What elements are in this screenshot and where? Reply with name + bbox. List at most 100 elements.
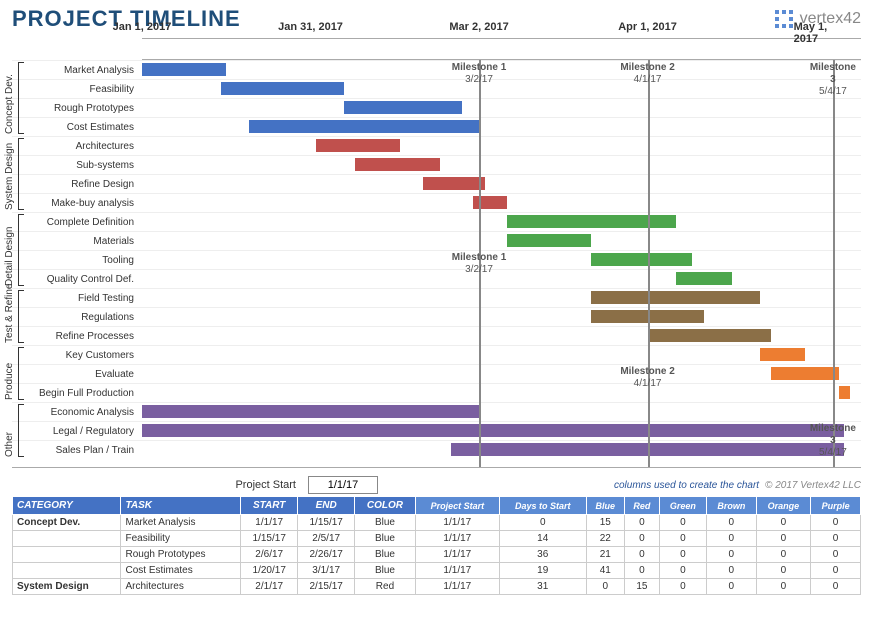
table-cell: 0 bbox=[499, 515, 586, 531]
task-label: Economic Analysis bbox=[12, 407, 142, 418]
gantt-bar bbox=[221, 82, 345, 95]
table-header: TASK bbox=[121, 497, 241, 515]
table-cell: Blue bbox=[355, 515, 416, 531]
data-table: CATEGORYTASKSTARTENDCOLORProject StartDa… bbox=[12, 496, 861, 595]
milestone-label: Milestone 35/4/17 bbox=[810, 423, 856, 459]
gantt-bar bbox=[507, 234, 591, 247]
group-bracket bbox=[18, 214, 24, 286]
table-cell: 0 bbox=[811, 531, 861, 547]
gantt-bar bbox=[591, 253, 692, 266]
table-cell: 0 bbox=[756, 579, 810, 595]
milestone-label: Milestone 24/1/17 bbox=[620, 366, 674, 390]
table-cell: 0 bbox=[659, 579, 706, 595]
gantt-bar bbox=[142, 63, 226, 76]
group-label: Other bbox=[4, 432, 15, 457]
task-label: Rough Prototypes bbox=[12, 103, 142, 114]
group-label: Detail Design bbox=[4, 227, 15, 286]
task-label: Make-buy analysis bbox=[12, 198, 142, 209]
table-cell: 14 bbox=[499, 531, 586, 547]
task-label: Evaluate bbox=[12, 369, 142, 380]
axis-tick: Jan 1, 2017 bbox=[113, 21, 172, 33]
table-cell: 22 bbox=[586, 531, 624, 547]
table-subheader: Green bbox=[659, 497, 706, 515]
task-label: Tooling bbox=[12, 255, 142, 266]
task-label: Market Analysis bbox=[12, 65, 142, 76]
table-cell: Market Analysis bbox=[121, 515, 241, 531]
table-cell: Feasibility bbox=[121, 531, 241, 547]
table-row: Concept Dev.Market Analysis1/1/171/15/17… bbox=[13, 515, 861, 531]
table-header: COLOR bbox=[355, 497, 416, 515]
project-start-input[interactable] bbox=[308, 476, 378, 494]
table-row: Rough Prototypes2/6/172/26/17Blue1/1/173… bbox=[13, 547, 861, 563]
table-cell: 36 bbox=[499, 547, 586, 563]
table-cell: 3/1/17 bbox=[298, 563, 355, 579]
table-cell: 15 bbox=[624, 579, 659, 595]
table-cell: 21 bbox=[586, 547, 624, 563]
table-cell: Rough Prototypes bbox=[121, 547, 241, 563]
axis-tick: Mar 2, 2017 bbox=[449, 21, 508, 33]
table-cell: 0 bbox=[706, 531, 756, 547]
copyright: © 2017 Vertex42 LLC bbox=[765, 480, 861, 491]
table-header: END bbox=[298, 497, 355, 515]
task-label: Sub-systems bbox=[12, 160, 142, 171]
task-label: Cost Estimates bbox=[12, 122, 142, 133]
gantt-bar bbox=[591, 291, 760, 304]
milestone-label: Milestone 35/4/17 bbox=[810, 62, 856, 98]
axis-tick: May 1, 2017 bbox=[794, 21, 839, 45]
gantt-bar bbox=[142, 424, 844, 437]
gantt-chart: Jan 1, 2017Jan 31, 2017Mar 2, 2017Apr 1,… bbox=[12, 38, 861, 468]
group-bracket bbox=[18, 347, 24, 400]
table-cell: 0 bbox=[756, 547, 810, 563]
table-cell: 41 bbox=[586, 563, 624, 579]
task-label: Architectures bbox=[12, 141, 142, 152]
table-cell: 0 bbox=[706, 515, 756, 531]
table-cell: 0 bbox=[659, 547, 706, 563]
table-cell: 0 bbox=[624, 531, 659, 547]
task-label: Key Customers bbox=[12, 350, 142, 361]
table-cell: 31 bbox=[499, 579, 586, 595]
task-label: Complete Definition bbox=[12, 217, 142, 228]
group-label: Produce bbox=[4, 363, 15, 400]
task-label: Sales Plan / Train bbox=[12, 445, 142, 456]
gantt-bar bbox=[344, 101, 462, 114]
table-cell: 0 bbox=[811, 563, 861, 579]
table-cell: 1/1/17 bbox=[241, 515, 298, 531]
project-start-label: Project Start bbox=[12, 479, 302, 491]
table-cell: 1/1/17 bbox=[415, 531, 499, 547]
table-cell: 2/5/17 bbox=[298, 531, 355, 547]
task-label: Regulations bbox=[12, 312, 142, 323]
group-bracket bbox=[18, 138, 24, 210]
table-cell: Red bbox=[355, 579, 416, 595]
table-subheader: Red bbox=[624, 497, 659, 515]
table-cell: 0 bbox=[811, 515, 861, 531]
table-header: CATEGORY bbox=[13, 497, 121, 515]
table-cell: 1/1/17 bbox=[415, 579, 499, 595]
table-row: Feasibility1/15/172/5/17Blue1/1/17142200… bbox=[13, 531, 861, 547]
table-cell: 1/1/17 bbox=[415, 563, 499, 579]
table-row: System DesignArchitectures2/1/172/15/17R… bbox=[13, 579, 861, 595]
table-cell: System Design bbox=[13, 579, 121, 595]
milestone-label: Milestone 13/2/17 bbox=[452, 252, 506, 276]
gantt-bar bbox=[760, 348, 805, 361]
table-cell: 0 bbox=[756, 563, 810, 579]
gantt-bar bbox=[316, 139, 400, 152]
table-cell: Blue bbox=[355, 531, 416, 547]
table-subheader: Project Start bbox=[415, 497, 499, 515]
task-label: Refine Processes bbox=[12, 331, 142, 342]
table-cell: 0 bbox=[624, 563, 659, 579]
milestone-line bbox=[648, 60, 650, 467]
table-subheader: Blue bbox=[586, 497, 624, 515]
table-cell: 1/15/17 bbox=[241, 531, 298, 547]
table-cell: Blue bbox=[355, 563, 416, 579]
table-row: Cost Estimates1/20/173/1/17Blue1/1/17194… bbox=[13, 563, 861, 579]
gantt-bar bbox=[355, 158, 439, 171]
table-cell: 1/15/17 bbox=[298, 515, 355, 531]
task-label: Legal / Regulatory bbox=[12, 426, 142, 437]
task-label: Materials bbox=[12, 236, 142, 247]
task-label: Begin Full Production bbox=[12, 388, 142, 399]
columns-note: columns used to create the chart bbox=[614, 480, 759, 491]
table-cell: 0 bbox=[659, 515, 706, 531]
table-cell: 0 bbox=[624, 547, 659, 563]
task-label: Refine Design bbox=[12, 179, 142, 190]
table-cell: 0 bbox=[811, 579, 861, 595]
